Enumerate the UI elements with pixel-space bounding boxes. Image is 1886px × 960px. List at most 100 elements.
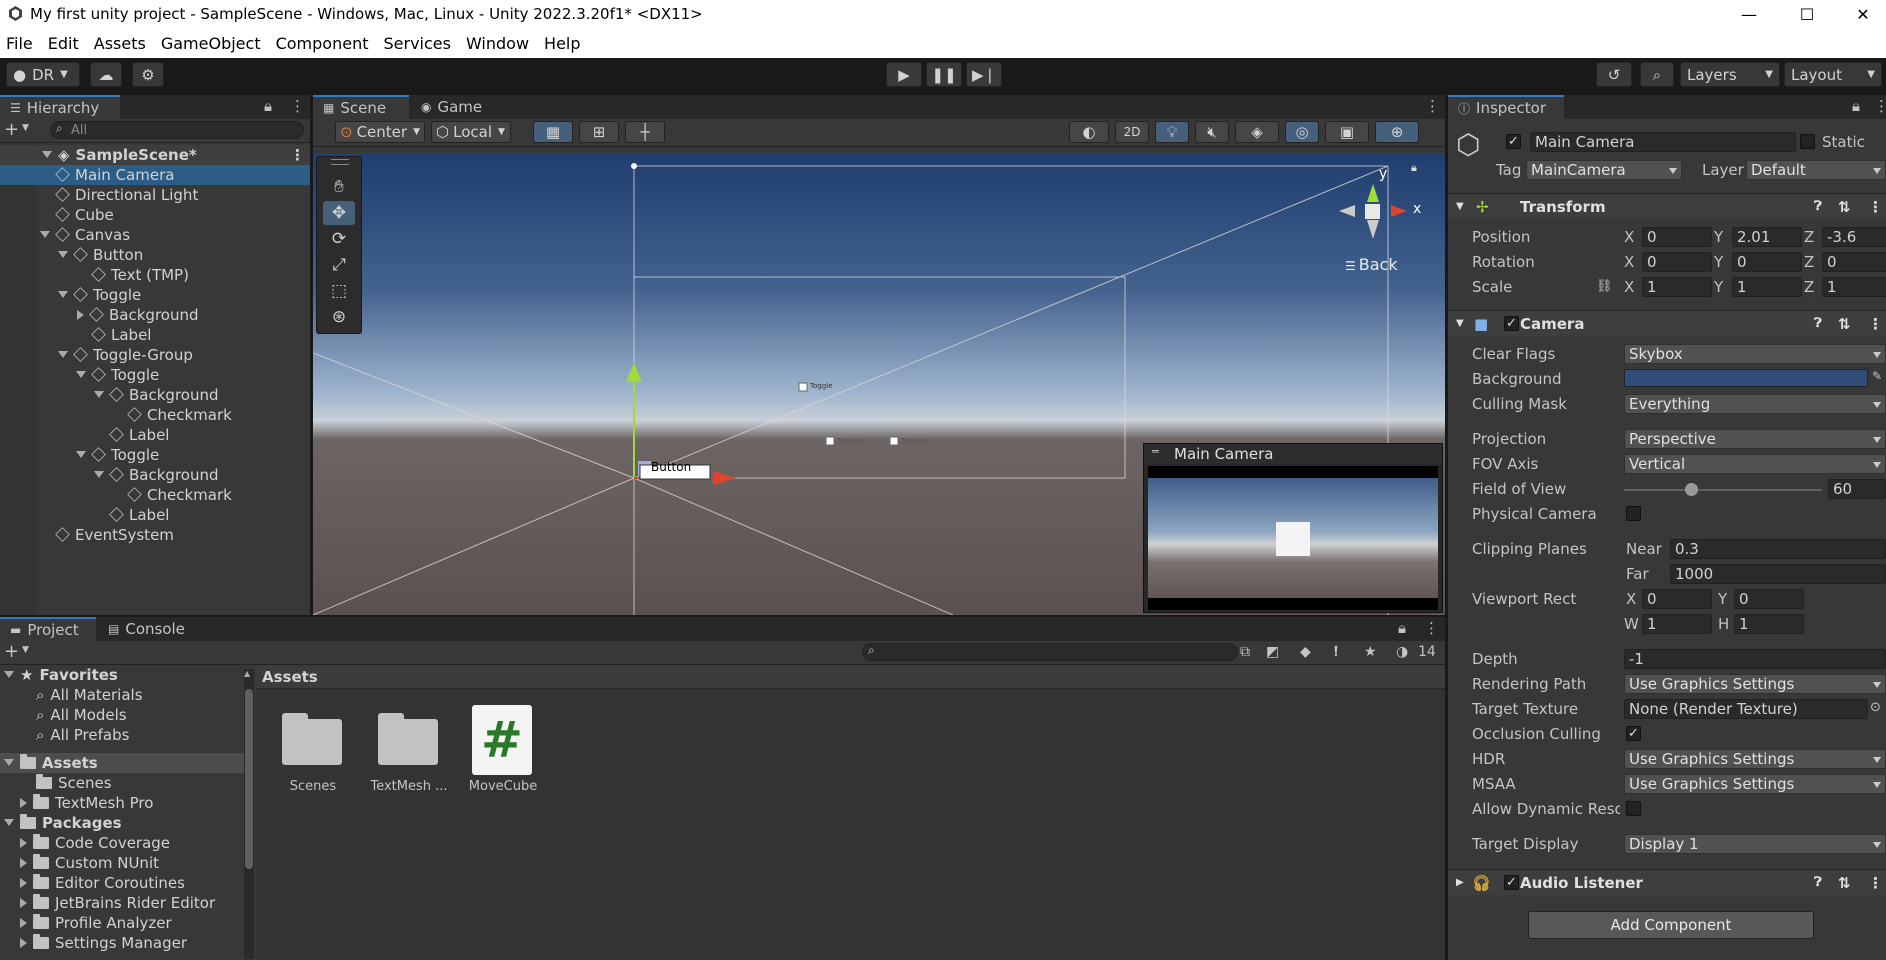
depth-input[interactable]: -1	[1624, 649, 1886, 669]
layer-dropdown[interactable]: Default	[1746, 160, 1886, 180]
hierarchy-item[interactable]: Toggle	[0, 285, 310, 305]
rotation-z-input[interactable]: 0	[1822, 252, 1886, 272]
account-button[interactable]: ● DR ▼	[6, 62, 80, 87]
hierarchy-item[interactable]: Directional Light	[0, 185, 310, 205]
expand-arrow-icon[interactable]	[76, 371, 86, 378]
favorite-all-materials[interactable]: ⌕ All Materials	[0, 685, 244, 705]
far-input[interactable]: 1000	[1670, 564, 1886, 584]
tab-scene[interactable]: ▦ Scene	[313, 95, 409, 119]
expand-arrow-icon[interactable]	[40, 231, 50, 238]
visibility-toggle[interactable]: ◎	[1285, 121, 1319, 143]
effects-toggle[interactable]: ◈	[1235, 121, 1279, 143]
axis-z-label[interactable]: Z	[1804, 227, 1814, 247]
transform-tool[interactable]: ⊛	[323, 305, 355, 329]
tree-scrollbar[interactable]: ▲	[244, 669, 254, 959]
package-item[interactable]: Editor Coroutines	[0, 873, 244, 893]
ruler-button[interactable]: ┼	[625, 121, 665, 143]
audio-toggle[interactable]: 🔇︎	[1195, 121, 1229, 143]
menu-services[interactable]: Services	[377, 34, 459, 53]
scale-tool[interactable]: ⤢	[323, 253, 355, 277]
preset-icon[interactable]: ⇅	[1838, 870, 1851, 896]
hierarchy-item[interactable]: Label	[0, 425, 310, 445]
package-item[interactable]: Code Coverage	[0, 833, 244, 853]
step-button[interactable]: ▶❘	[966, 62, 1002, 87]
dynamic-resolution-checkbox[interactable]	[1626, 801, 1641, 816]
preset-icon[interactable]: ⇅	[1838, 311, 1851, 337]
position-x-input[interactable]: 0	[1642, 227, 1712, 247]
more-icon[interactable]: ⋮	[1868, 311, 1883, 337]
view-orientation-label[interactable]: ☰ Back	[1345, 255, 1398, 274]
expand-arrow-icon[interactable]	[94, 471, 104, 478]
assets-header[interactable]: Assets	[0, 753, 244, 773]
hierarchy-item[interactable]: Checkmark	[0, 405, 310, 425]
scale-x-input[interactable]: 1	[1642, 277, 1712, 297]
tab-inspector[interactable]: ⓘ Inspector	[1448, 95, 1564, 119]
packages-header[interactable]: Packages	[0, 813, 244, 833]
axis-x-label[interactable]: X	[1624, 277, 1634, 297]
fov-axis-dropdown[interactable]: Vertical	[1624, 454, 1886, 474]
filter-type-icon[interactable]: ◩	[1266, 644, 1279, 660]
chevron-down-icon[interactable]: ▼	[22, 123, 29, 133]
help-icon[interactable]: ❓︎	[1814, 311, 1822, 337]
camera-settings-button[interactable]: ▣	[1325, 121, 1369, 143]
menu-edit[interactable]: Edit	[42, 34, 88, 53]
occlusion-culling-checkbox[interactable]: ✓	[1626, 726, 1641, 741]
camera-header[interactable]: ▼ ■ ✓ Camera ❓︎ ⇅ ⋮	[1448, 310, 1886, 336]
rotation-y-input[interactable]: 0	[1732, 252, 1802, 272]
add-icon[interactable]: +	[4, 119, 19, 140]
active-checkbox[interactable]: ✓	[1506, 134, 1521, 149]
favorite-all-models[interactable]: ⌕ All Models	[0, 705, 244, 725]
hand-tool[interactable]: ✋︎	[323, 175, 355, 199]
drag-handle-icon[interactable]	[331, 159, 349, 165]
axis-x-label[interactable]: X	[1624, 227, 1634, 247]
axis-x-label[interactable]: X	[1624, 252, 1634, 272]
hierarchy-item[interactable]: Label	[0, 325, 310, 345]
viewport-w-input[interactable]: 1	[1642, 614, 1712, 634]
position-y-input[interactable]: 2.01	[1732, 227, 1802, 247]
minimize-icon[interactable]: —	[1726, 0, 1772, 28]
project-folder-scenes[interactable]: Scenes	[0, 773, 244, 793]
tab-hierarchy[interactable]: ☰ Hierarchy	[0, 95, 120, 119]
expand-arrow-icon[interactable]	[76, 451, 86, 458]
expand-arrow-icon[interactable]	[58, 351, 68, 358]
culling-mask-dropdown[interactable]: Everything	[1624, 394, 1886, 414]
more-icon[interactable]: ⋮	[1874, 97, 1886, 115]
hierarchy-item[interactable]: Toggle	[0, 365, 310, 385]
play-button[interactable]: ▶	[886, 62, 922, 87]
hierarchy-item[interactable]: Main Camera	[0, 165, 310, 185]
clear-flags-dropdown[interactable]: Skybox	[1624, 344, 1886, 364]
help-icon[interactable]: ❓︎	[1814, 870, 1822, 896]
scale-z-input[interactable]: 1	[1822, 277, 1886, 297]
lock-icon[interactable]: 🔒︎	[264, 97, 272, 115]
scene-root[interactable]: ◈ SampleScene* ⋮	[0, 145, 310, 165]
near-input[interactable]: 0.3	[1670, 539, 1886, 559]
asset-item[interactable]: Scenes	[276, 705, 350, 805]
scene-viewport[interactable]: Button Toggle Toggle1 Toggle2 y x 🔒︎ ☰ Ba…	[313, 153, 1445, 615]
collapsed-arrow-icon[interactable]	[77, 310, 84, 320]
cloud-button[interactable]: ☁	[90, 62, 122, 87]
project-search-input[interactable]	[862, 643, 1238, 661]
audio-listener-checkbox[interactable]: ✓	[1504, 875, 1519, 890]
axis-x-label[interactable]: x	[1413, 201, 1421, 217]
hierarchy-item[interactable]: Background	[0, 465, 310, 485]
camera-preview[interactable]: Main Camera ═	[1143, 443, 1443, 613]
layers-dropdown[interactable]: Layers ▼	[1680, 62, 1780, 87]
audio-listener-header[interactable]: ▶ 🎧︎ ✓ Audio Listener ❓︎ ⇅ ⋮	[1448, 869, 1886, 895]
chevron-down-icon[interactable]: ▼	[22, 645, 29, 655]
viewport-x-input[interactable]: 0	[1642, 589, 1712, 609]
maximize-icon[interactable]: ☐	[1784, 0, 1830, 28]
favorite-all-prefabs[interactable]: ⌕ All Prefabs	[0, 725, 244, 745]
menu-component[interactable]: Component	[270, 34, 378, 53]
target-texture-field[interactable]: None (Render Texture)	[1624, 699, 1868, 719]
hidden-packages-icon[interactable]: ◑	[1396, 644, 1408, 660]
rendering-path-dropdown[interactable]: Use Graphics Settings	[1624, 674, 1886, 694]
physical-camera-checkbox[interactable]	[1626, 506, 1641, 521]
axis-y-label[interactable]: Y	[1714, 277, 1723, 297]
lock-icon[interactable]: 🔒︎	[1398, 619, 1406, 637]
pivot-dropdown[interactable]: ⊙ Center ▼	[335, 121, 425, 143]
hierarchy-item[interactable]: Button	[0, 245, 310, 265]
package-item[interactable]: Settings Manager	[0, 933, 244, 953]
more-icon[interactable]: ⋮	[290, 97, 305, 115]
camera-enabled-checkbox[interactable]: ✓	[1504, 316, 1519, 331]
lock-icon[interactable]: 🔒︎	[1852, 97, 1860, 115]
